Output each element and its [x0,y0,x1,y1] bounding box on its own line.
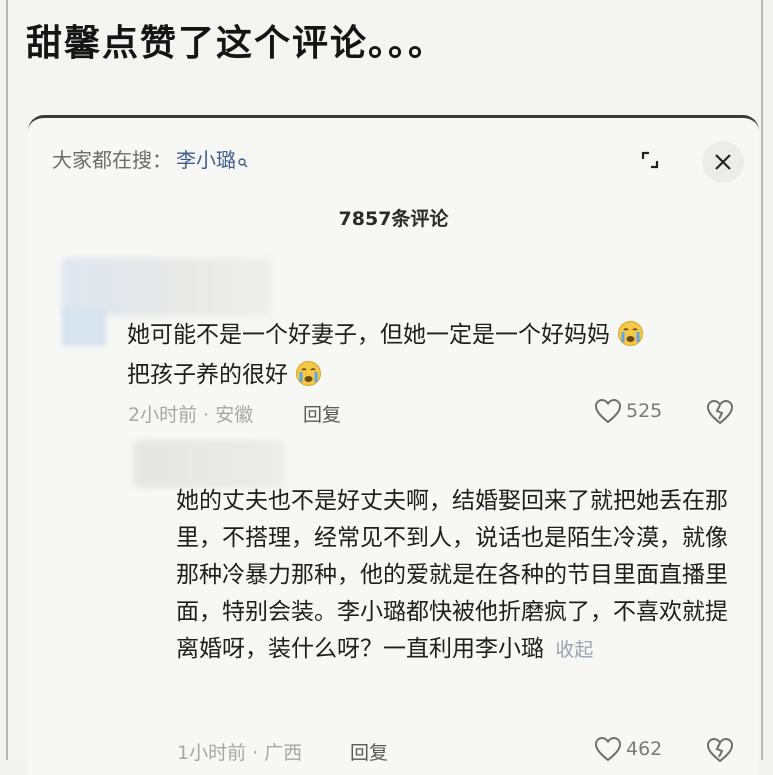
comment-text: 她可能不是一个好妻子，但她一定是一个好妈妈 把孩子养的很好 [127,315,727,395]
close-button[interactable] [702,141,744,183]
search-suggestion[interactable]: 大家都在搜： 李小璐 [52,144,248,173]
heart-icon [594,736,622,762]
expand-button[interactable] [631,141,669,179]
collapse-button[interactable]: 收起 [555,639,593,661]
avatar[interactable] [62,308,106,346]
close-icon [715,154,731,170]
like-button[interactable]: 525 [594,398,662,424]
search-prefix: 大家都在搜： [52,148,172,172]
screenshot-frame: 甜馨点赞了这个评论。。。 大家都在搜： 李小璐 7857条评论 她可能不是一个好… [6,0,763,775]
comment-meta: 2小时前 · 安徽 [128,404,254,426]
expand-icon [641,151,659,169]
comment-panel: 大家都在搜： 李小璐 7857条评论 她可能不是一个好妻子，但她一定是一个好妈妈… [28,115,759,775]
headline-caption: 甜馨点赞了这个评论。。。 [26,23,447,64]
crying-face-icon [295,360,322,387]
reply-comment-text: 她的丈夫也不是好丈夫啊，结婚娶回来了就把她丢在那里，不搭理，经常见不到人，说话也… [176,488,728,662]
broken-heart-icon [706,737,734,763]
dislike-button[interactable] [706,737,734,767]
crying-face-icon [617,320,644,347]
reply-button[interactable]: 回复 [303,400,341,427]
search-term-link[interactable]: 李小璐 [176,144,236,173]
like-count: 462 [626,738,663,760]
broken-heart-icon [706,399,734,425]
blurred-reply-username [134,440,284,488]
dislike-button[interactable] [706,399,734,429]
reply-comment-meta: 1小时前 · 广西 [177,742,303,764]
like-button[interactable]: 462 [594,736,662,762]
comment-count: 7857条评论 [338,208,449,230]
reply-button[interactable]: 回复 [350,738,388,765]
like-count: 525 [626,400,663,422]
search-icon [238,149,248,167]
heart-icon [594,398,622,424]
